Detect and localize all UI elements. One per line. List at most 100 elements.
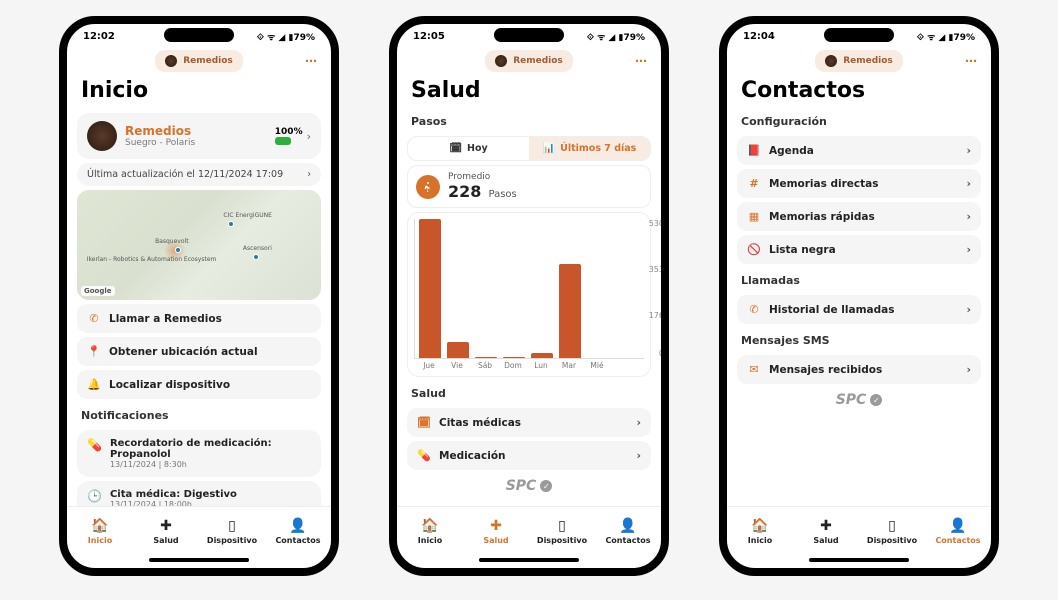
action-location[interactable]: 📍 Obtener ubicación actual bbox=[77, 337, 321, 366]
page-title: Inicio bbox=[67, 78, 331, 109]
device-icon: ▯ bbox=[228, 518, 236, 534]
battery-percent: 100% bbox=[275, 127, 303, 137]
item-mensajes-recibidos[interactable]: ✉ Mensajes recibidos › bbox=[737, 355, 981, 384]
status-time: 12:02 bbox=[83, 31, 115, 42]
nav-salud[interactable]: ✚ Salud bbox=[133, 507, 199, 556]
status-right: ⟐ ᯤ ◢ ▮79% bbox=[587, 30, 645, 43]
user-card[interactable]: Remedios Suegro - Polaris 100% › bbox=[77, 113, 321, 159]
chart-bar bbox=[559, 264, 581, 358]
nav-salud[interactable]: ✚ Salud bbox=[793, 507, 859, 556]
nav-contactos[interactable]: 👤 Contactos bbox=[595, 507, 661, 556]
notif-header: Notificaciones bbox=[77, 403, 321, 426]
item-agenda[interactable]: 📕 Agenda › bbox=[737, 136, 981, 165]
home-indicator bbox=[479, 558, 579, 562]
phone-inicio: 12:02 ⟐ ᯤ ◢ ▮79% Remedios ⋯ Inicio Remed… bbox=[59, 16, 339, 576]
health-icon: ✚ bbox=[490, 518, 502, 534]
chevron-right-icon: › bbox=[636, 449, 641, 462]
chevron-right-icon: › bbox=[307, 130, 311, 143]
range-icon: 📊 bbox=[543, 143, 555, 154]
check-icon: ✓ bbox=[870, 394, 882, 406]
bottom-nav: 🏠 Inicio ✚ Salud ▯ Dispositivo 👤 Contact… bbox=[67, 506, 331, 556]
notif-medication[interactable]: 💊 Recordatorio de medicación: Propanolol… bbox=[77, 430, 321, 477]
chevron-right-icon: › bbox=[966, 144, 971, 157]
brand-logo: SPC ✓ bbox=[407, 478, 651, 494]
check-icon: ✓ bbox=[540, 480, 552, 492]
walk-icon bbox=[416, 175, 440, 199]
avatar-icon bbox=[825, 55, 837, 67]
ring-icon: 🔔 bbox=[87, 378, 101, 391]
nav-contactos[interactable]: 👤 Contactos bbox=[265, 507, 331, 556]
user-relation: Suegro - Polaris bbox=[125, 138, 275, 148]
item-medicacion[interactable]: 💊 Medicación › bbox=[407, 441, 651, 470]
contacts-icon: 👤 bbox=[619, 518, 636, 534]
steps-header: Pasos bbox=[407, 109, 651, 132]
status-right: ⟐ ᯤ ◢ ▮79% bbox=[257, 30, 315, 43]
nav-dispositivo[interactable]: ▯ Dispositivo bbox=[529, 507, 595, 556]
section-config: Configuración bbox=[737, 109, 981, 132]
phone-icon: ✆ bbox=[87, 312, 101, 325]
nav-contactos[interactable]: 👤 Contactos bbox=[925, 507, 991, 556]
pill-icon: 💊 bbox=[417, 449, 431, 462]
steps-avg-card: Promedio 228 Pasos bbox=[407, 165, 651, 208]
nav-inicio[interactable]: 🏠 Inicio bbox=[67, 507, 133, 556]
home-icon: 🏠 bbox=[751, 518, 768, 534]
bottom-nav: 🏠 Inicio ✚ Salud ▯ Dispositivo 👤 Contact… bbox=[397, 506, 661, 556]
more-icon[interactable]: ⋯ bbox=[305, 54, 317, 68]
action-locate-device[interactable]: 🔔 Localizar dispositivo bbox=[77, 370, 321, 399]
chart-bar bbox=[531, 353, 553, 358]
nav-salud[interactable]: ✚ Salud bbox=[463, 507, 529, 556]
avatar-icon bbox=[87, 121, 117, 151]
salud-section-header: Salud bbox=[407, 381, 651, 404]
home-indicator bbox=[149, 558, 249, 562]
profile-chip[interactable]: Remedios bbox=[155, 50, 243, 72]
chart-xlabel: Lun bbox=[530, 361, 552, 370]
clock-icon: 🕒 bbox=[87, 489, 102, 506]
user-name: Remedios bbox=[125, 124, 275, 138]
chart-bar bbox=[503, 357, 525, 358]
notif-appointment[interactable]: 🕒 Cita médica: Digestivo 13/11/2024 | 18… bbox=[77, 481, 321, 506]
section-llamadas: Llamadas bbox=[737, 268, 981, 291]
item-memorias-directas[interactable]: # Memorias directas › bbox=[737, 169, 981, 198]
home-icon: 🏠 bbox=[421, 518, 438, 534]
nav-inicio[interactable]: 🏠 Inicio bbox=[397, 507, 463, 556]
block-icon: 🚫 bbox=[747, 243, 761, 256]
tab-today[interactable]: 🗓 Hoy bbox=[408, 137, 529, 160]
nav-dispositivo[interactable]: ▯ Dispositivo bbox=[859, 507, 925, 556]
home-icon: 🏠 bbox=[91, 518, 108, 534]
chart-xlabel: Vie bbox=[446, 361, 468, 370]
item-citas[interactable]: 🗓 Citas médicas › bbox=[407, 408, 651, 437]
nav-dispositivo[interactable]: ▯ Dispositivo bbox=[199, 507, 265, 556]
status-right: ⟐ ᯤ ◢ ▮79% bbox=[917, 30, 975, 43]
brand-logo: SPC ✓ bbox=[737, 392, 981, 408]
contacts-icon: 👤 bbox=[289, 518, 306, 534]
item-historial-llamadas[interactable]: ✆ Historial de llamadas › bbox=[737, 295, 981, 324]
health-icon: ✚ bbox=[160, 518, 172, 534]
status-bar: 12:05 ⟐ ᯤ ◢ ▮79% bbox=[397, 24, 661, 48]
phone-icon: ✆ bbox=[747, 303, 761, 316]
profile-chip[interactable]: Remedios bbox=[815, 50, 903, 72]
tab-7days[interactable]: 📊 Últimos 7 días bbox=[529, 137, 650, 160]
calendar-icon: 🗓 bbox=[449, 143, 462, 154]
action-call[interactable]: ✆ Llamar a Remedios bbox=[77, 304, 321, 333]
map[interactable]: CIC EnergiGUNE Basquevolt Ikerlan - Robo… bbox=[77, 190, 321, 300]
nav-inicio[interactable]: 🏠 Inicio bbox=[727, 507, 793, 556]
item-memorias-rapidas[interactable]: ▦ Memorias rápidas › bbox=[737, 202, 981, 231]
more-icon[interactable]: ⋯ bbox=[965, 54, 977, 68]
chevron-right-icon: › bbox=[966, 303, 971, 316]
more-icon[interactable]: ⋯ bbox=[635, 54, 647, 68]
calendar-icon: 🗓 bbox=[417, 416, 431, 429]
chevron-right-icon: › bbox=[966, 177, 971, 190]
item-lista-negra[interactable]: 🚫 Lista negra › bbox=[737, 235, 981, 264]
profile-chip[interactable]: Remedios bbox=[485, 50, 573, 72]
battery-icon bbox=[275, 137, 291, 145]
chart-xlabel: Mié bbox=[586, 361, 608, 370]
phone-salud: 12:05 ⟐ ᯤ ◢ ▮79% Remedios ⋯ Salud Pasos … bbox=[389, 16, 669, 576]
hash-icon: # bbox=[747, 177, 761, 190]
book-icon: 📕 bbox=[747, 144, 761, 157]
chevron-right-icon: › bbox=[966, 363, 971, 376]
range-tabs: 🗓 Hoy 📊 Últimos 7 días bbox=[407, 136, 651, 161]
last-update[interactable]: Última actualización el 12/11/2024 17:09… bbox=[77, 163, 321, 186]
pill-icon: 💊 bbox=[87, 438, 102, 469]
chevron-right-icon: › bbox=[307, 169, 311, 180]
avatar-icon bbox=[165, 55, 177, 67]
